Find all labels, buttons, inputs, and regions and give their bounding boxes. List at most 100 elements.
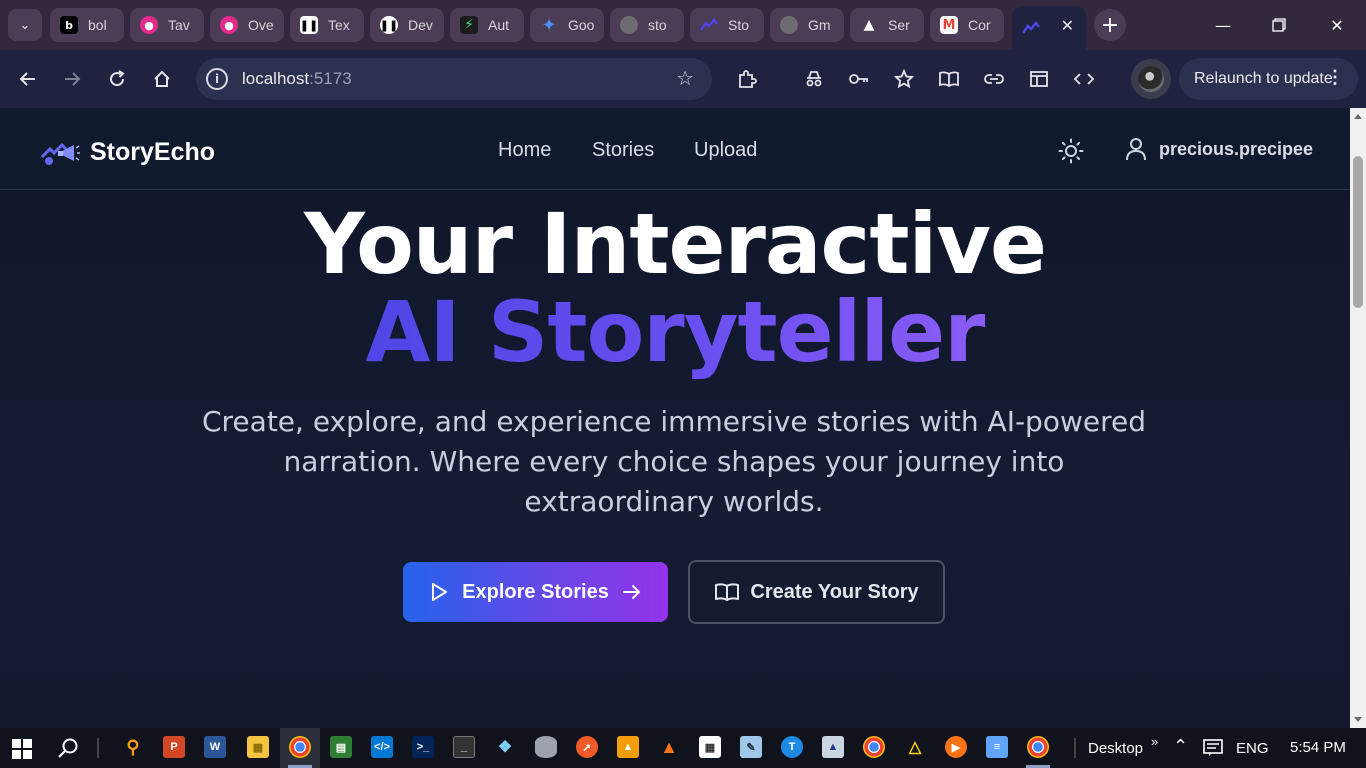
back-button[interactable] <box>12 63 44 95</box>
gemini-icon: ✦ <box>541 14 557 36</box>
more-menu-icon[interactable]: ⋮ <box>1326 67 1344 88</box>
avatar <box>1138 66 1164 92</box>
pause-icon: ❚❚ <box>300 16 318 34</box>
scroll-down-arrow-icon[interactable] <box>1354 717 1362 722</box>
close-tab-icon[interactable]: ✕ <box>1061 16 1074 35</box>
database-icon[interactable] <box>535 736 557 758</box>
home-button[interactable] <box>146 63 178 95</box>
nav-stories-link[interactable]: Stories <box>592 139 654 162</box>
address-bar[interactable]: i localhost:5173 ☆ <box>196 58 712 100</box>
archive-icon[interactable]: ▲ <box>617 736 639 758</box>
media-app-icon[interactable]: ▶ <box>945 736 967 758</box>
create-story-label: Create Your Story <box>750 580 919 603</box>
teams-app-icon[interactable]: T <box>781 736 803 758</box>
browser-tab[interactable]: M Cor <box>930 8 1004 42</box>
site-info-icon[interactable]: i <box>206 68 228 90</box>
vscode-icon[interactable]: </> <box>371 736 393 758</box>
overview-icon: ● <box>220 16 238 34</box>
reload-button[interactable] <box>101 63 133 95</box>
relaunch-label: Relaunch to update <box>1194 70 1333 87</box>
calculator-icon[interactable]: ▦ <box>699 736 721 758</box>
powershell-icon[interactable]: >_ <box>412 736 434 758</box>
new-tab-button[interactable]: + <box>1094 9 1126 41</box>
sheets-icon[interactable]: ▤ <box>330 736 352 758</box>
browser-tab[interactable]: ✦ Goo <box>530 8 604 42</box>
network-tool-icon[interactable]: ❖ <box>494 736 516 758</box>
page-scrollbar[interactable] <box>1350 108 1366 728</box>
storyecho-icon <box>1022 19 1040 37</box>
bookmarks-button[interactable] <box>888 63 920 95</box>
browser-tab[interactable]: Sto <box>690 8 764 42</box>
notes-icon[interactable]: ✎ <box>740 736 762 758</box>
nav-upload-link[interactable]: Upload <box>694 139 757 162</box>
bookmark-star-icon[interactable]: ☆ <box>676 66 694 90</box>
url-host: localhost <box>242 69 310 88</box>
terminal-icon[interactable]: _ <box>453 736 475 758</box>
browser-tab[interactable]: ▲ Ser <box>850 8 924 42</box>
bolt-icon: b <box>60 16 78 34</box>
browser-tab[interactable]: ⚡ Aut <box>450 8 524 42</box>
desktop-toolbar-label[interactable]: Desktop <box>1088 740 1143 757</box>
gmail-icon: M <box>940 16 958 34</box>
vlc-icon[interactable]: ▲ <box>658 736 680 758</box>
warning-app-icon[interactable]: △ <box>904 736 926 758</box>
notepad-icon[interactable]: ≡ <box>986 736 1008 758</box>
extensions-button[interactable] <box>731 63 763 95</box>
devtools-button[interactable] <box>1068 63 1100 95</box>
photos-icon[interactable]: ▲ <box>822 736 844 758</box>
browser-tab[interactable]: ● Ove <box>210 8 284 42</box>
browser-tab[interactable]: ❚❚ Dev <box>370 8 444 42</box>
tab-title: Sto <box>728 17 750 33</box>
passwords-button[interactable] <box>843 63 875 95</box>
profile-avatar-button[interactable] <box>1131 59 1171 99</box>
hero-title-line1: Your Interactive <box>303 195 1047 293</box>
notification-icon[interactable] <box>1203 739 1223 757</box>
chevron-up-icon[interactable]: ⌃ <box>1173 736 1188 757</box>
search-icon[interactable] <box>55 736 81 762</box>
minimize-button[interactable]: — <box>1194 0 1252 50</box>
brand-link[interactable]: StoryEcho <box>40 138 215 167</box>
scrollbar-thumb[interactable] <box>1353 156 1363 308</box>
pause-circle-icon: ❚❚ <box>380 16 398 34</box>
clock[interactable]: 5:54 PM <box>1290 739 1346 756</box>
scroll-up-arrow-icon[interactable] <box>1354 114 1362 119</box>
render-icon: ▲ <box>863 17 875 33</box>
browser-tab[interactable]: ● Tav <box>130 8 204 42</box>
incognito-icon <box>806 71 822 87</box>
tab-title: Ove <box>248 17 274 33</box>
restore-button[interactable] <box>1250 0 1308 50</box>
word-icon[interactable]: W <box>204 736 226 758</box>
reading-mode-button[interactable] <box>933 63 965 95</box>
explore-stories-button[interactable]: Explore Stories <box>403 562 668 622</box>
create-story-button[interactable]: Create Your Story <box>688 560 945 624</box>
browser-tab[interactable]: ❚❚ Tex <box>290 8 364 42</box>
close-window-button[interactable]: ✕ <box>1308 0 1366 50</box>
chrome-icon[interactable] <box>289 736 311 758</box>
toolbar-expand-icon[interactable]: » <box>1151 734 1158 749</box>
side-panel-button[interactable] <box>1023 63 1055 95</box>
browser-tab[interactable]: sto <box>610 8 684 42</box>
windows-start-icon[interactable] <box>12 739 32 759</box>
language-indicator[interactable]: ENG <box>1236 740 1269 757</box>
browser-tab[interactable]: Gm <box>770 8 844 42</box>
chrome-icon[interactable] <box>863 736 885 758</box>
file-explorer-icon[interactable]: ▦ <box>247 736 269 758</box>
incognito-button[interactable] <box>798 63 830 95</box>
tab-search-button[interactable]: ⌄ <box>8 9 42 41</box>
username-label: precious.precipee <box>1159 138 1314 159</box>
powerpoint-icon[interactable]: P <box>163 736 185 758</box>
postman-icon[interactable]: ➚ <box>576 736 598 758</box>
hero-description: Create, explore, and experience immersiv… <box>201 405 1146 518</box>
forward-button[interactable] <box>56 63 88 95</box>
sun-icon[interactable] <box>1058 138 1084 164</box>
browser-tab[interactable]: b bol <box>50 8 124 42</box>
relaunch-button[interactable]: Relaunch to update ⋮ <box>1179 58 1358 100</box>
copy-link-button[interactable] <box>978 63 1010 95</box>
browser-tab-active[interactable]: ✕ <box>1012 6 1086 50</box>
user-menu[interactable]: precious.precipee <box>1125 137 1313 161</box>
nav-home-link[interactable]: Home <box>498 139 551 162</box>
brand-name: StoryEcho <box>90 138 216 166</box>
search-tool-icon[interactable]: ⚲ <box>122 736 144 758</box>
chrome-icon[interactable] <box>1027 736 1049 758</box>
tab-title: Gm <box>808 17 831 33</box>
